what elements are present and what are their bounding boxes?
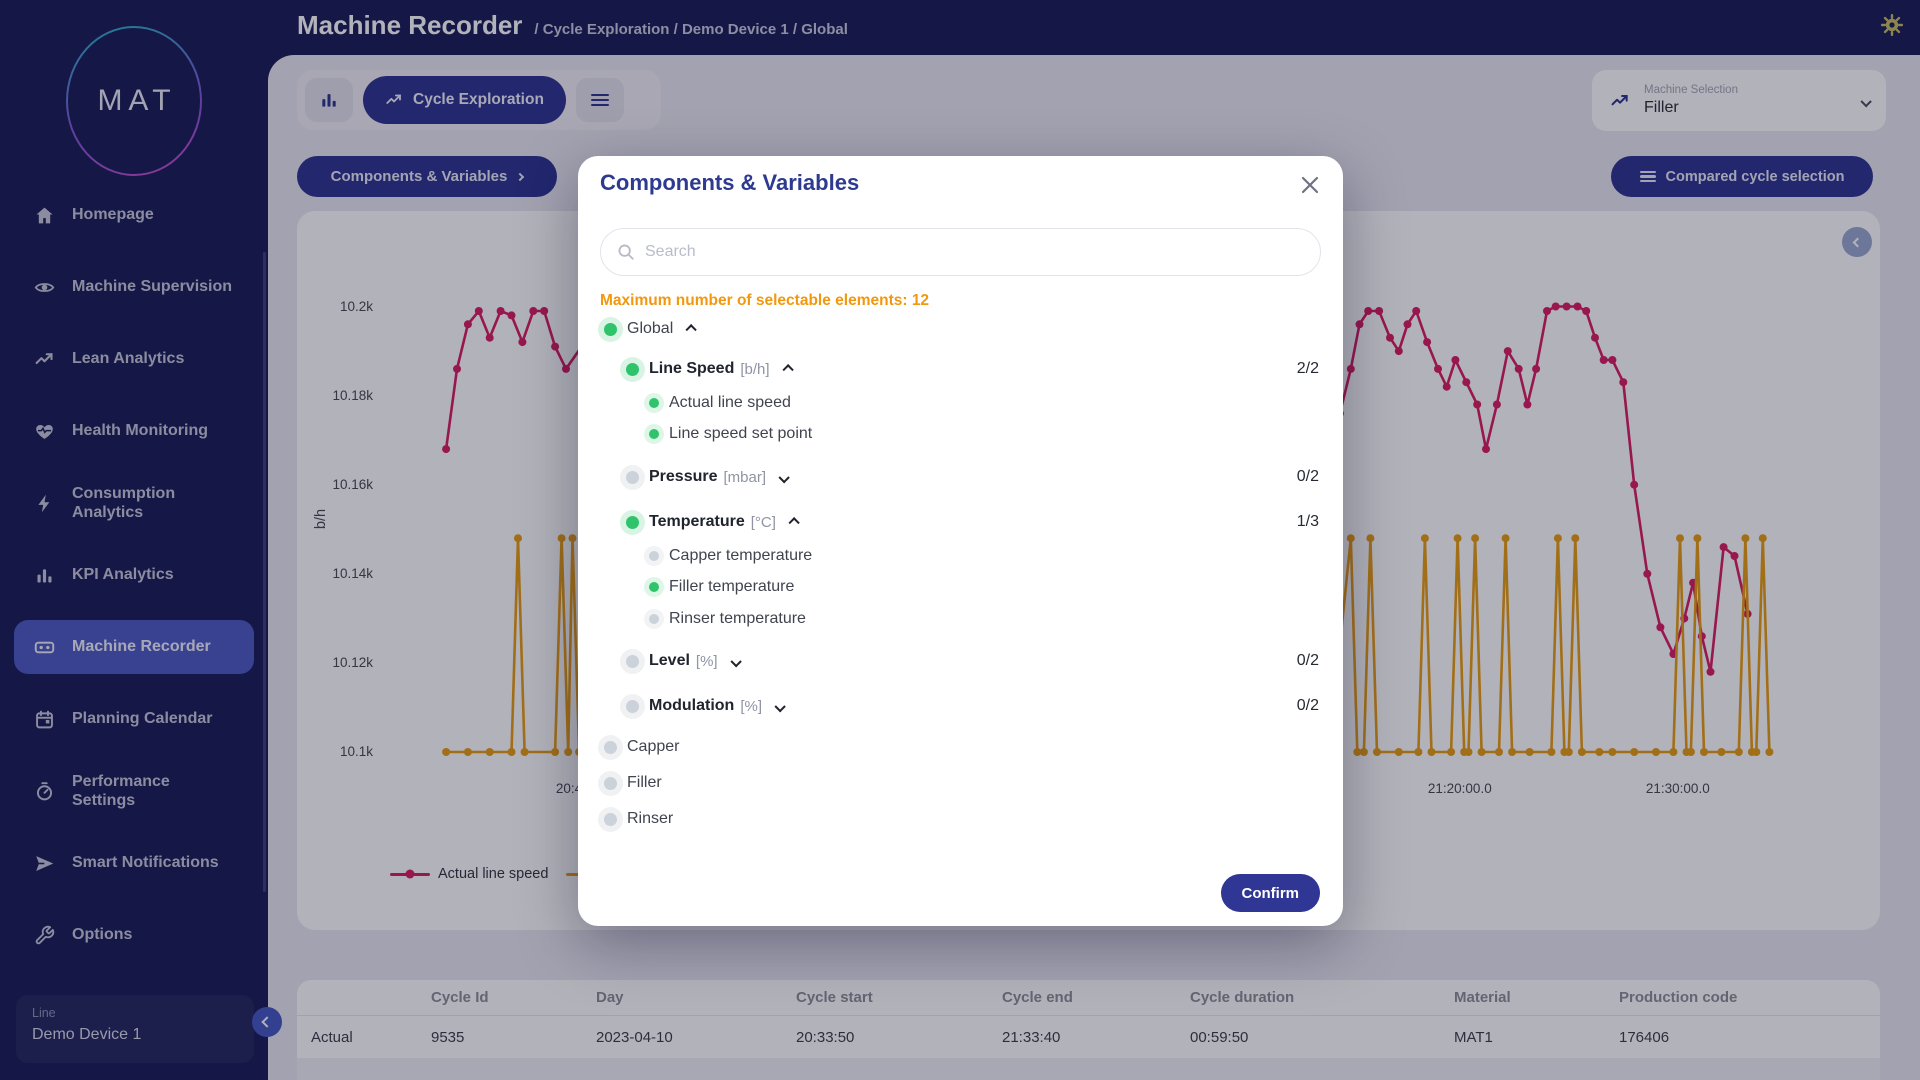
tree-item-unit: [%] xyxy=(696,653,718,670)
unselected-dot-icon xyxy=(626,700,639,713)
tree-item-modulation[interactable]: Modulation [%] 0/2 xyxy=(578,691,1343,721)
tree-item-unit: [mbar] xyxy=(724,469,767,486)
modal-title: Components & Variables xyxy=(600,170,859,196)
selected-dot-icon xyxy=(649,582,659,592)
unselected-dot-icon xyxy=(604,813,617,826)
selected-dot-icon xyxy=(626,516,639,529)
tree-item-label: Line speed set point xyxy=(669,425,812,443)
unselected-dot-icon xyxy=(649,551,659,561)
tree-item-actual-line-speed[interactable]: Actual line speed xyxy=(578,388,1343,418)
tree-item-label: Pressure xyxy=(649,468,718,486)
selection-count: 2/2 xyxy=(1297,360,1319,378)
unselected-dot-icon xyxy=(649,614,659,624)
max-selectable-note: Maximum number of selectable elements: 1… xyxy=(600,292,929,310)
tree-item-level[interactable]: Level [%] 0/2 xyxy=(578,646,1343,676)
selection-count: 0/2 xyxy=(1297,652,1319,670)
tree-item-capper-temperature[interactable]: Capper temperature xyxy=(578,541,1343,571)
tree-item-unit: [b/h] xyxy=(740,361,769,378)
tree-item-temperature[interactable]: Temperature [°C] 1/3 xyxy=(578,507,1343,537)
tree-item-label: Line Speed xyxy=(649,360,734,378)
tree-item-label: Filler temperature xyxy=(669,578,794,596)
tree-item-label: Capper xyxy=(627,738,679,756)
chevron-down-icon xyxy=(778,472,789,483)
selected-dot-icon xyxy=(626,363,639,376)
tree-item-label: Global xyxy=(627,320,673,338)
tree-item-label: Capper temperature xyxy=(669,547,812,565)
selected-dot-icon xyxy=(604,323,617,336)
unselected-dot-icon xyxy=(604,777,617,790)
tree-item-label: Rinser xyxy=(627,810,673,828)
tree-item-unit: [°C] xyxy=(751,514,776,531)
tree-item-capper[interactable]: Capper xyxy=(578,732,1343,762)
tree-item-line-speed-set-point[interactable]: Line speed set point xyxy=(578,419,1343,449)
tree-item-pressure[interactable]: Pressure [mbar] 0/2 xyxy=(578,462,1343,492)
unselected-dot-icon xyxy=(626,471,639,484)
selected-dot-icon xyxy=(649,398,659,408)
unselected-dot-icon xyxy=(604,741,617,754)
close-icon[interactable] xyxy=(1301,176,1319,194)
tree-item-line-speed[interactable]: Line Speed [b/h] 2/2 xyxy=(578,354,1343,384)
tree-item-label: Rinser temperature xyxy=(669,610,806,628)
search-input[interactable] xyxy=(645,243,1304,261)
tree-item-label: Level xyxy=(649,652,690,670)
selected-dot-icon xyxy=(649,429,659,439)
tree-item-unit: [%] xyxy=(740,698,762,715)
chevron-up-icon xyxy=(788,517,799,528)
components-variables-modal: Components & Variables Maximum number of… xyxy=(578,156,1343,926)
chevron-down-icon xyxy=(774,701,785,712)
tree-item-filler-temperature[interactable]: Filler temperature xyxy=(578,572,1343,602)
search-box xyxy=(600,228,1321,276)
tree-item-label: Filler xyxy=(627,774,662,792)
tree-item-label: Actual line speed xyxy=(669,394,791,412)
selection-count: 0/2 xyxy=(1297,468,1319,486)
tree-item-rinser-temperature[interactable]: Rinser temperature xyxy=(578,604,1343,634)
tree-item-global[interactable]: Global xyxy=(578,314,1343,344)
chevron-down-icon xyxy=(730,656,741,667)
tree-item-rinser[interactable]: Rinser xyxy=(578,804,1343,834)
selection-count: 0/2 xyxy=(1297,697,1319,715)
tree-item-filler[interactable]: Filler xyxy=(578,768,1343,798)
unselected-dot-icon xyxy=(626,655,639,668)
selection-count: 1/3 xyxy=(1297,513,1319,531)
chevron-up-icon xyxy=(686,324,697,335)
tree-item-label: Modulation xyxy=(649,697,734,715)
confirm-button[interactable]: Confirm xyxy=(1221,874,1321,912)
search-icon xyxy=(617,243,635,261)
tree-item-label: Temperature xyxy=(649,513,745,531)
chevron-up-icon xyxy=(782,364,793,375)
